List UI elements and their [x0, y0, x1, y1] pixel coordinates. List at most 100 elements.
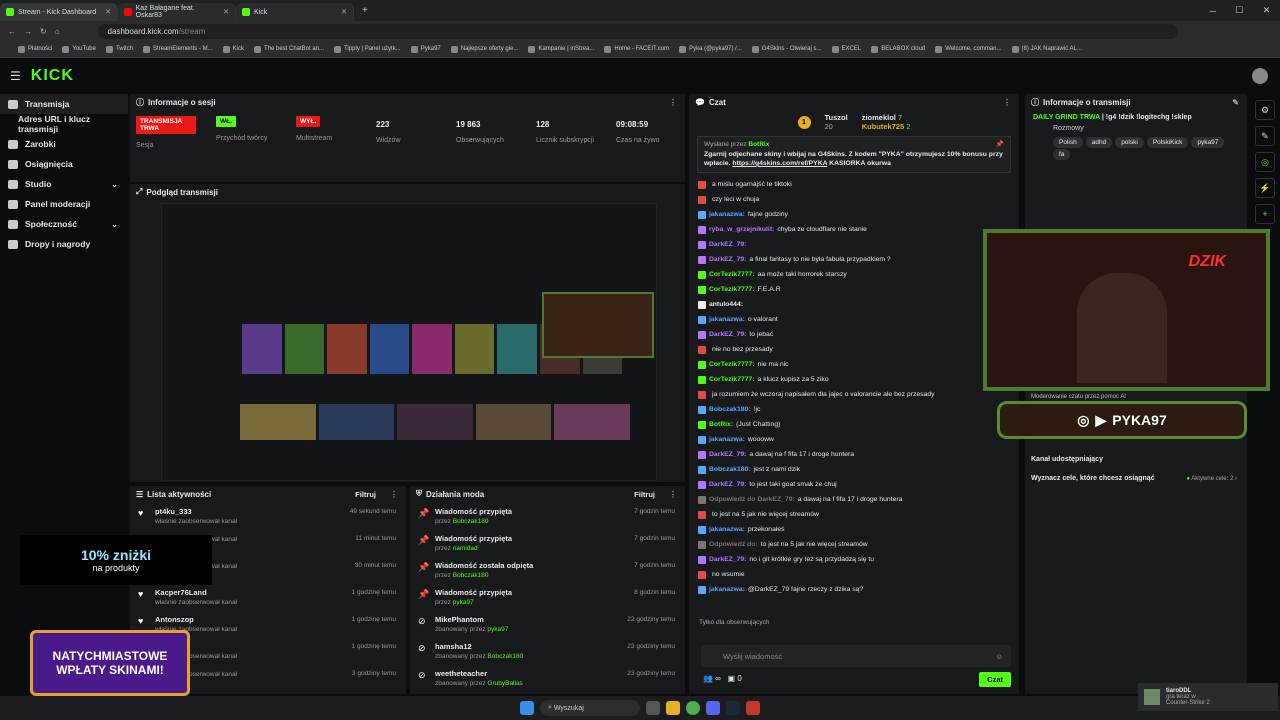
chat-username[interactable]: CorTezik7777: [709, 376, 755, 383]
browser-tab-youtube[interactable]: Kaz Bałagane feat. Oskar83 ✕ [118, 3, 236, 21]
bookmark-item[interactable]: G4Skins - Otwieraj s... [751, 45, 822, 53]
chat-input[interactable]: Wyślij wiadomość ☺ [701, 645, 1011, 667]
app-icon[interactable] [746, 701, 760, 715]
stream-tag[interactable]: adhd [1085, 137, 1113, 148]
file-explorer-icon[interactable] [666, 701, 680, 715]
bookmark-item[interactable]: Najlepsze oferty gie... [450, 45, 518, 53]
task-view-icon[interactable] [646, 701, 660, 715]
close-icon[interactable]: ✕ [223, 8, 229, 16]
mod-action-row[interactable]: ⊘ hamsha12 zbanowany przez Bobczak180 23 go… [410, 637, 685, 664]
activity-user[interactable]: Antonszop [155, 615, 237, 624]
mod-action-row[interactable]: ⊘ weetheteacher zbanowany przez GrubyBalla… [410, 664, 685, 691]
mod-action-row[interactable]: 📌 Wiadomość przypięta przez pyka97 8 godzin… [410, 583, 685, 610]
chat-message[interactable]: jakanazwa: przekonałeś [689, 522, 1019, 537]
pin-icon[interactable]: 📌 [996, 141, 1004, 150]
chat-message[interactable]: jakanazwa: fajne godziny [689, 207, 1019, 222]
discord-icon[interactable] [706, 701, 720, 715]
close-window-icon[interactable]: ✕ [1263, 5, 1271, 16]
stream-tag[interactable]: pyka97 [1191, 137, 1225, 148]
bookmark-item[interactable]: YouTube [62, 45, 96, 53]
emote-icon[interactable]: ☺ [995, 652, 1003, 661]
chat-message[interactable]: czy leci w chuja [689, 192, 1019, 207]
bookmark-item[interactable]: Kampanie | inStrea... [528, 45, 594, 53]
forward-icon[interactable]: → [24, 27, 32, 36]
activity-row[interactable]: ♥ pt4ku_333 właśnie zaobserwował kanał 49 s… [130, 502, 406, 529]
mod-action-row[interactable]: 📌 Wiadomość została odpięta przez Bobczak1… [410, 556, 685, 583]
sidebar-item[interactable]: Dropy i nagrody [0, 234, 128, 254]
pinned-author[interactable]: BotRix [748, 141, 769, 148]
close-icon[interactable]: ✕ [105, 8, 111, 16]
chrome-icon[interactable] [686, 701, 700, 715]
settings-icon[interactable]: ⚙ [1255, 100, 1275, 120]
mod-action-row[interactable]: 📌 Wiadomość przypięta przez namidad 7 godzi… [410, 529, 685, 556]
chat-message[interactable]: CorTezik7777: nie ma nic [689, 357, 1019, 372]
chat-message[interactable]: DarkEZ_79: to jebać [689, 327, 1019, 342]
chat-username[interactable]: CorTezik7777: [709, 361, 755, 368]
back-icon[interactable]: ← [8, 27, 16, 36]
chat-message[interactable]: jakanazwa: woooww [689, 432, 1019, 447]
more-icon[interactable]: ⋮ [390, 490, 398, 499]
stream-category[interactable]: Rozmowy [1025, 125, 1247, 132]
mod-action-user[interactable]: Bobczak180 [453, 518, 489, 525]
plus-icon[interactable]: + [1255, 204, 1275, 224]
home-icon[interactable]: ⌂ [55, 27, 60, 36]
edit-icon[interactable]: ✎ [1232, 98, 1239, 107]
windows-start-icon[interactable] [520, 701, 534, 715]
chat-username[interactable]: Bobczak180: [709, 406, 751, 413]
lightning-icon[interactable]: ⚡ [1255, 178, 1275, 198]
bookmark-item[interactable]: Tipply | Panel użytk... [334, 45, 401, 53]
edit-icon[interactable]: ✎ [1255, 126, 1275, 146]
more-icon[interactable]: ⋮ [669, 98, 677, 107]
stream-tag[interactable]: Polish [1053, 137, 1083, 148]
chat-username[interactable]: DarkEZ_79: [709, 556, 746, 563]
chat-username[interactable]: ryba_w_grzejnikulit: [709, 226, 774, 233]
chat-username[interactable]: jakanazwa: [709, 586, 745, 593]
sidebar-item[interactable]: Adres URL i klucz transmisji [0, 114, 128, 134]
bookmark-item[interactable]: EXCEL [831, 45, 861, 53]
bookmark-item[interactable]: Welcome, comman... [935, 45, 1002, 53]
leader-name[interactable]: Tuszol [825, 113, 848, 122]
avatar[interactable] [1252, 68, 1268, 84]
sidebar-item[interactable]: Transmisja [0, 94, 128, 114]
chat-message[interactable]: Odpowiedź do: to jest na 5 jak nie więcej… [689, 537, 1019, 552]
chat-message[interactable]: antulo444: [689, 297, 1019, 312]
activity-user[interactable]: Kacper76Land [155, 588, 237, 597]
chat-username[interactable]: DarkEZ_79: [709, 451, 746, 458]
chat-message[interactable]: CorTezik7777: a klucz kupisz za 5 ziko [689, 372, 1019, 387]
sidebar-item[interactable]: Społeczność ⌄ [0, 214, 128, 234]
chat-username[interactable]: DarkEZ_79: [709, 331, 746, 338]
mod-action-user[interactable]: namidad [453, 545, 478, 552]
chat-message[interactable]: DarkEZ_79: a dawaj na f fifa 17 i droge h… [689, 447, 1019, 462]
chat-message[interactable]: ja rozumiem że wczoraj napisałem dla jaj… [689, 387, 1019, 402]
chat-username[interactable]: jakanazwa: [709, 436, 745, 443]
chat-message[interactable]: nie no bez przesady [689, 342, 1019, 357]
bookmark-item[interactable]: Twitch [105, 45, 133, 53]
stream-tag[interactable]: PolskiKick [1146, 137, 1189, 148]
filter-button[interactable]: Filtruj [355, 490, 376, 499]
mod-action-row[interactable]: 📌 Wiadomość przypięta przez Bobczak180 7 go… [410, 502, 685, 529]
chat-message[interactable]: DarkEZ_79: [689, 237, 1019, 252]
mod-action-row[interactable]: ⊘ MikePhantom zbanowany przez pyka97 22 god… [410, 610, 685, 637]
stream-tag[interactable]: fa [1053, 149, 1071, 160]
mod-action-user[interactable]: pyka97 [453, 599, 474, 606]
filter-button[interactable]: Filtruj [634, 490, 655, 499]
bookmark-item[interactable]: Płatności [18, 45, 52, 53]
browser-tab-kick[interactable]: Kick ✕ [236, 3, 354, 21]
chat-username[interactable]: jakanazwa: [709, 316, 745, 323]
goals-label[interactable]: Wyznacz cele, które chcesz osiągnąć [1031, 475, 1155, 482]
reload-icon[interactable]: ↻ [40, 27, 47, 36]
chat-username[interactable]: Odpowiedź do: [709, 541, 758, 548]
chat-username[interactable]: Bobczak180: [709, 466, 751, 473]
chat-message[interactable]: jakanazwa: @DarkEZ_79 fajne rzeczy z dzik… [689, 582, 1019, 597]
minimize-icon[interactable]: ─ [1210, 6, 1216, 16]
mod-action-user[interactable]: pyka97 [487, 626, 508, 633]
bookmark-item[interactable]: Pyka (@pyka97) /... [679, 45, 742, 53]
menu-icon[interactable]: ☰ [10, 69, 21, 83]
chat-username[interactable]: DarkEZ_79: [709, 256, 746, 263]
chat-message[interactable]: DarkEZ_79: to jest taki goat smak że chuj [689, 477, 1019, 492]
chat-message[interactable]: CorTezik7777: aa może taki horrorek stars… [689, 267, 1019, 282]
chat-username[interactable]: DarkEZ_79: [709, 241, 746, 248]
chat-username[interactable]: BotRix: [709, 421, 733, 428]
chat-username[interactable]: CorTezik7777: [709, 286, 755, 293]
leader-name[interactable]: ziomeklol [862, 113, 896, 122]
